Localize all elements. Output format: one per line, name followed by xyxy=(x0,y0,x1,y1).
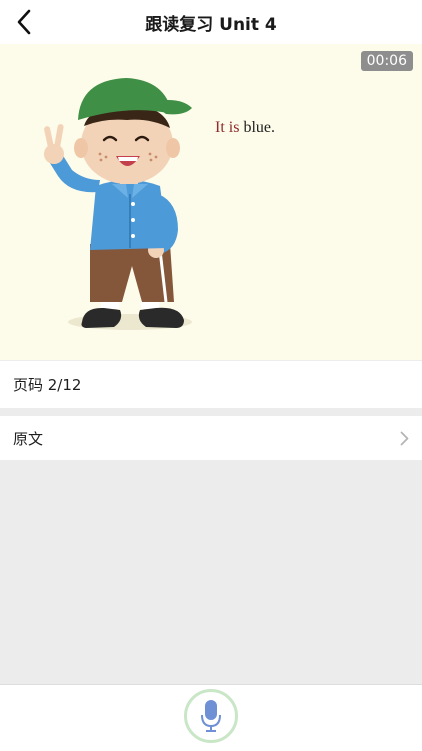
page-indicator-label: 页码 2/12 xyxy=(13,376,82,394)
timer-badge: 00:06 xyxy=(360,51,413,71)
sentence-caption: It is blue. xyxy=(215,119,275,137)
caption-highlight: It is xyxy=(215,119,240,136)
original-text-row[interactable]: 原文 xyxy=(0,416,422,460)
lesson-illustration: 00:06 It is blue. xyxy=(0,44,422,360)
chevron-right-icon xyxy=(400,431,409,445)
record-button[interactable] xyxy=(184,689,238,743)
page-title: 跟读复习 Unit 4 xyxy=(145,14,277,35)
back-button[interactable] xyxy=(8,6,40,38)
page-indicator: 页码 2/12 xyxy=(0,361,422,408)
original-text-label: 原文 xyxy=(13,429,44,448)
chevron-left-icon xyxy=(17,9,31,35)
caption-rest: blue. xyxy=(239,119,275,136)
microphone-icon xyxy=(201,700,221,732)
nav-bar: 跟读复习 Unit 4 xyxy=(0,0,422,44)
boy-illustration xyxy=(44,78,192,330)
